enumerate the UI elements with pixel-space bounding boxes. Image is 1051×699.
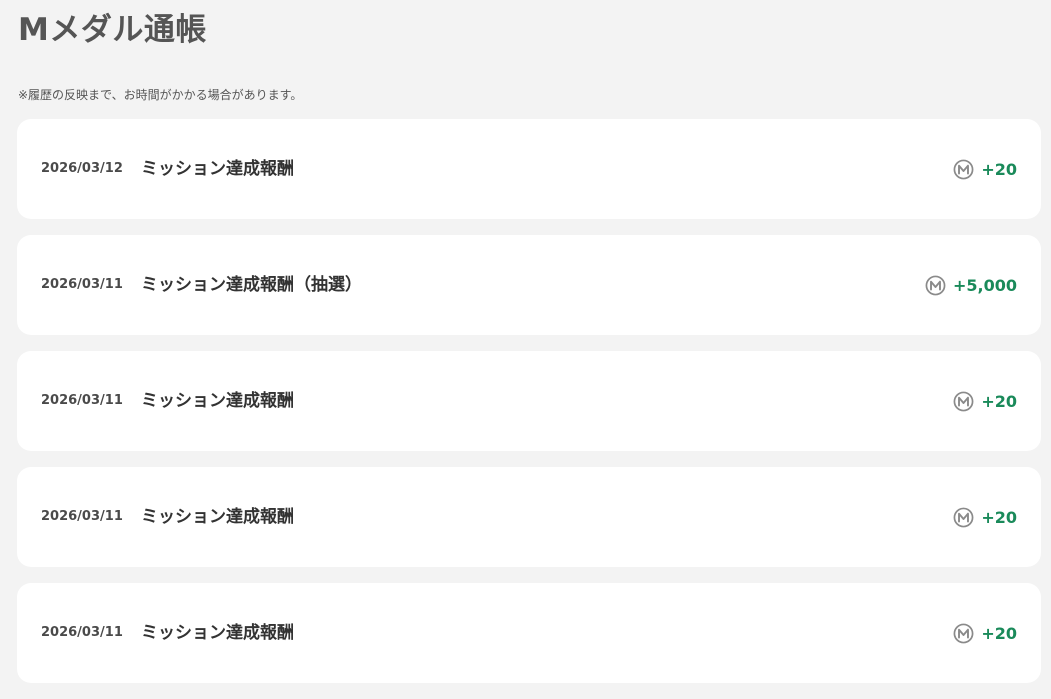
history-item: 2026/03/12 ミッション達成報酬 +20 [17,119,1041,219]
history-date: 2026/03/11 [41,277,123,292]
medal-icon [925,275,946,295]
history-title: ミッション達成報酬 [141,159,294,179]
history-date: 2026/03/11 [41,393,123,408]
amount-value: +20 [981,623,1017,643]
page-title: Mメダル通帳 [18,12,207,48]
amount-value: +20 [981,507,1017,527]
medal-icon [953,159,974,179]
amount-value: +20 [981,391,1017,411]
medal-icon [953,391,974,411]
history-item: 2026/03/11 ミッション達成報酬 +20 [17,583,1041,683]
history-amount: +20 [953,467,1017,567]
medal-icon [953,623,974,643]
history-notice: ※履歴の反映まで、お時間がかかる場合があります。 [18,88,303,102]
history-title: ミッション達成報酬（抽選） [141,275,362,295]
history-amount: +5,000 [925,235,1017,335]
amount-value: +20 [981,159,1017,179]
history-amount: +20 [953,583,1017,683]
history-amount: +20 [953,119,1017,219]
history-date: 2026/03/11 [41,625,123,640]
history-date: 2026/03/12 [41,161,123,176]
amount-value: +5,000 [952,275,1017,295]
medal-icon [953,507,974,527]
history-item: 2026/03/11 ミッション達成報酬（抽選） +5,000 [17,235,1041,335]
history-date: 2026/03/11 [41,509,123,524]
history-amount: +20 [953,351,1017,451]
history-title: ミッション達成報酬 [141,507,294,527]
history-item: 2026/03/11 ミッション達成報酬 +20 [17,467,1041,567]
medal-history-list: 2026/03/12 ミッション達成報酬 +20 2026/03/11 ミッショ… [17,119,1041,699]
history-item: 2026/03/11 ミッション達成報酬 +20 [17,351,1041,451]
history-title: ミッション達成報酬 [141,391,294,411]
history-title: ミッション達成報酬 [141,623,294,643]
